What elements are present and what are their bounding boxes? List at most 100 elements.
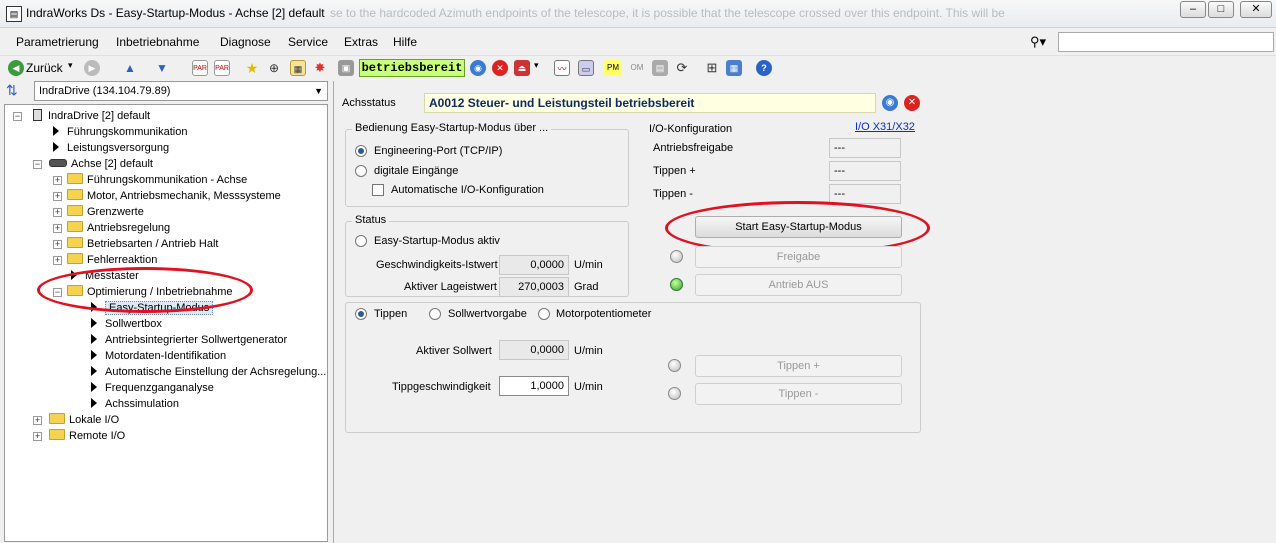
minimize-button[interactable]: – [1180,1,1206,18]
radio-engineering-port[interactable] [355,145,367,157]
menu-hilfe[interactable]: Hilfe [393,35,417,49]
help-icon[interactable]: ? [756,60,772,76]
back-button[interactable]: Zurück [26,61,63,75]
arrow-icon [91,334,97,344]
antrieb-aus-button[interactable]: Antrieb AUS [695,274,902,296]
tree-label: Betriebsarten / Antrieb Halt [87,238,219,250]
forward-arrow-icon[interactable]: ▶ [84,60,100,76]
expand-icon[interactable]: + [53,192,62,201]
par-compare-icon[interactable]: PAR [214,60,230,76]
tippen-minus-button[interactable]: Tippen - [695,383,902,405]
globe-icon[interactable]: ◉ [470,60,486,76]
tree-item-lokale-io[interactable]: + Lokale I/O [33,412,119,428]
tree-item-auto-einstellung[interactable]: Automatische Einstellung der Achsregelun… [91,364,326,380]
table-icon[interactable]: ▦ [290,60,306,76]
error-clear-icon[interactable]: ✕ [904,95,920,111]
pm-mode-icon[interactable]: PM [604,60,622,76]
network-icon[interactable]: ⊞ [704,60,720,76]
tree-item-fuehrungskomm[interactable]: Führungskommunikation [53,124,187,140]
tree-item-frequenzgang[interactable]: Frequenzganganalyse [91,380,214,396]
radio-motorpotentiometer[interactable] [538,308,550,320]
close-button[interactable]: ✕ [1240,1,1272,18]
tree-item-root[interactable]: − IndraDrive [2] default [13,108,150,124]
radio-digitale-eingaenge[interactable] [355,165,367,177]
device-tree-icon[interactable]: ▦ [726,60,742,76]
drive-stop-icon[interactable]: ⏏ [514,60,530,76]
tree-item-remote-io[interactable]: + Remote I/O [33,428,125,444]
tree-item-achssimulation[interactable]: Achssimulation [91,396,179,412]
back-dropdown-icon[interactable]: ▾ [68,60,73,71]
status-legend: Status [352,214,390,226]
tree-label: Achssimulation [105,398,179,410]
radio-engineering-port-label: Engineering-Port (TCP/IP) [374,145,503,157]
globe-icon[interactable]: ◉ [882,95,898,111]
device-switch-icon[interactable]: ⇅ [6,82,28,100]
tree-item-folder[interactable]: + Führungskommunikation - Achse [53,172,247,188]
tree-item-folder[interactable]: + Fehlerreaktion [53,252,157,268]
io-label-tippen-plus: Tippen + [653,165,696,177]
io-x31-link[interactable]: I/O X31/X32 [855,121,915,133]
monitor-icon[interactable]: ▭ [578,60,594,76]
collapse-icon[interactable]: − [33,160,42,169]
tree-label: Motordaten-Identifikation [105,350,227,362]
tree-item-leistung[interactable]: Leistungsversorgung [53,140,169,156]
tree-item-folder[interactable]: + Motor, Antriebsmechanik, Messsysteme [53,188,281,204]
sync-icon[interactable]: ⟳ [674,60,690,76]
tree-label: Fehlerreaktion [87,254,158,266]
arrow-icon [53,142,59,152]
tippen-minus-led [668,387,681,400]
oscilloscope-icon[interactable]: 〰 [554,60,570,76]
tippgeschwindigkeit-label: Tippgeschwindigkeit [392,381,491,393]
tree-item-folder[interactable]: + Grenzwerte [53,204,144,220]
arrow-icon [91,382,97,392]
expand-icon[interactable]: + [33,416,42,425]
tree-item-sollwertbox[interactable]: Sollwertbox [91,316,162,332]
menu-diagnose[interactable]: Diagnose [220,35,271,49]
binoculars-icon[interactable]: ⊕ [266,60,282,76]
menu-inbetriebnahme[interactable]: Inbetriebnahme [116,35,199,49]
error-clear-icon[interactable]: ✕ [492,60,508,76]
search-input[interactable] [1058,32,1274,52]
maximize-button[interactable]: □ [1208,1,1234,18]
dropdown-icon[interactable]: ▾ [534,60,539,71]
tree-item-motordaten[interactable]: Motordaten-Identifikation [91,348,226,364]
expand-icon[interactable]: + [53,256,62,265]
star-icon[interactable]: ★ [244,60,260,76]
freigabe-button[interactable]: Freigabe [695,246,902,268]
tree-label: Leistungsversorgung [67,142,170,154]
aktiver-sollwert-unit: U/min [574,345,603,357]
up-arrow-icon[interactable]: ▲ [122,60,138,76]
radio-motorpotentiometer-label: Motorpotentiometer [556,308,652,320]
expand-icon[interactable]: + [53,208,62,217]
device-dropdown[interactable]: IndraDrive (134.104.79.89) ▼ [34,81,328,101]
expand-icon[interactable]: + [33,432,42,441]
tree-label: IndraDrive [2] default [48,110,151,122]
aktiver-sollwert-label: Aktiver Sollwert [416,345,492,357]
expand-icon[interactable]: + [53,240,62,249]
par-icon[interactable]: PAR [192,60,208,76]
tippen-plus-button[interactable]: Tippen + [695,355,902,377]
menu-extras[interactable]: Extras [344,35,378,49]
tree-item-folder[interactable]: + Betriebsarten / Antrieb Halt [53,236,218,252]
tippgeschwindigkeit-input[interactable]: 1,0000 [499,376,569,396]
menu-parametrierung[interactable]: Parametrierung [16,35,99,49]
radio-tippen[interactable] [355,308,367,320]
expand-icon[interactable]: + [53,176,62,185]
tree-item-sollwertgenerator[interactable]: Antriebsintegrierter Sollwertgenerator [91,332,287,348]
tree-item-folder[interactable]: + Antriebsregelung [53,220,170,236]
menu-service[interactable]: Service [288,35,328,49]
back-arrow-icon[interactable]: ◀ [8,60,24,76]
fault-star-icon[interactable]: ✸ [312,60,328,76]
expand-icon[interactable]: + [53,224,62,233]
auto-io-checkbox[interactable] [372,184,384,196]
binoculars-icon[interactable]: ⚲▾ [1030,34,1046,50]
down-arrow-icon[interactable]: ▼ [154,60,170,76]
device-icon[interactable]: ▣ [338,60,354,76]
window-title: IndraWorks Ds - Easy-Startup-Modus - Ach… [26,6,325,20]
device-grid-icon[interactable]: ▤ [652,60,668,76]
om-mode-icon[interactable]: OM [628,60,646,76]
tree-item-achse[interactable]: − Achse [2] default [33,156,153,172]
collapse-icon[interactable]: − [13,112,22,121]
tree-label: Achse [2] default [71,158,153,170]
radio-sollwertvorgabe[interactable] [429,308,441,320]
